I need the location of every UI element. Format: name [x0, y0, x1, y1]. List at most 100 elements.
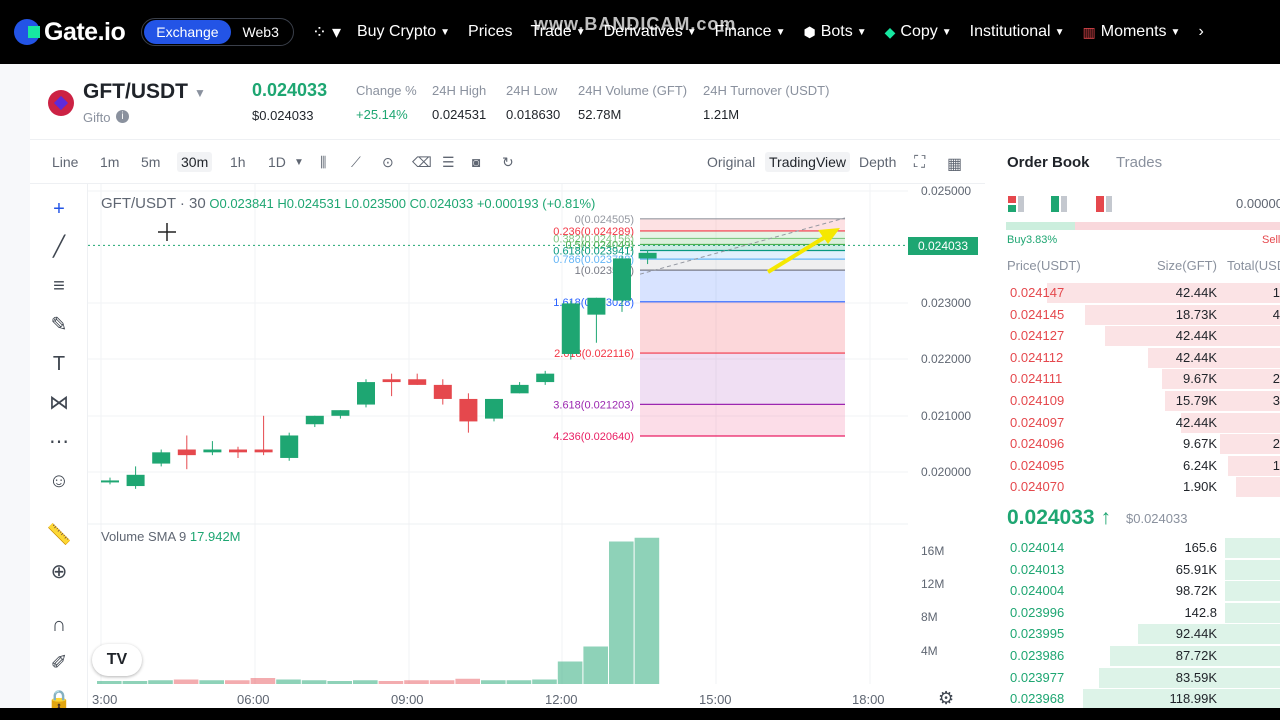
interval-30m[interactable]: 30m [177, 152, 213, 172]
ruler-icon[interactable]: 📏 [46, 522, 72, 548]
row-size: 42.44K [1175, 349, 1217, 365]
depth-bar [1162, 369, 1280, 390]
pair-selector[interactable]: GFT/USDT [83, 80, 188, 104]
row-size: 118.99K [1169, 691, 1217, 707]
nav-prices[interactable]: Prices [468, 23, 512, 41]
chevron-down-icon[interactable]: ▼ [194, 86, 206, 100]
chevron-down-icon[interactable]: ▼ [294, 157, 304, 168]
col-price: Price(USDT) [1007, 258, 1081, 273]
emoji-icon[interactable]: ☺ [46, 468, 72, 494]
bid-row[interactable]: 0.023986 87.72K [1006, 645, 1280, 667]
bids-only-icon[interactable] [1051, 196, 1069, 212]
text-icon[interactable]: T [46, 351, 72, 377]
gft-coin-icon [48, 90, 74, 116]
ask-row[interactable]: 0.024070 1.90K [1006, 476, 1280, 498]
candle-body [510, 384, 529, 394]
y-tick: 0.022000 [921, 352, 972, 366]
layout-grid-icon[interactable]: ▦ [947, 154, 962, 174]
ask-row[interactable]: 0.024145 18.73K 4 [1006, 304, 1280, 326]
col-size: Size(GFT) [1157, 258, 1217, 273]
magnet-icon[interactable]: ∩ [46, 612, 72, 638]
tab-order-book[interactable]: Order Book [1007, 154, 1090, 171]
list-icon[interactable]: ☰ [442, 154, 455, 171]
bid-row[interactable]: 0.023995 92.44K [1006, 623, 1280, 645]
bid-row[interactable]: 0.024014 165.6 [1006, 537, 1280, 559]
info-icon[interactable]: i [116, 110, 129, 123]
ask-row[interactable]: 0.024111 9.67K 2 [1006, 368, 1280, 390]
nav-more-arrow[interactable]: › [1198, 23, 1203, 41]
exchange-toggle[interactable]: Exchange [144, 20, 231, 44]
interval-1m[interactable]: 1m [100, 154, 119, 170]
pattern-icon[interactable]: ⋈ [46, 390, 72, 416]
view-original[interactable]: Original [707, 154, 755, 170]
row-size: 42.44K [1175, 414, 1217, 430]
interval-1h[interactable]: 1h [230, 154, 246, 170]
price-axis[interactable]: 0.025000 0.024033 0.023000 0.022000 0.02… [908, 184, 985, 704]
indicators-icon[interactable]: ⟋ [351, 154, 361, 171]
row-price: 0.023995 [1010, 626, 1065, 642]
current-price-tag: 0.024033 [908, 237, 978, 255]
candle-body [177, 449, 196, 456]
settings-icon[interactable]: ⊙ [382, 154, 394, 171]
ask-row[interactable]: 0.024127 42.44K [1006, 325, 1280, 347]
nav-moments[interactable]: ▥ Moments ▼ [1083, 23, 1181, 41]
interval-5m[interactable]: 5m [141, 154, 160, 170]
volume-bar [429, 680, 455, 684]
lock-drawing-icon[interactable]: ✐ [46, 650, 72, 676]
bid-row[interactable]: 0.023996 142.8 [1006, 602, 1280, 624]
fib-zone [640, 270, 845, 302]
crosshair-icon[interactable]: + [46, 196, 72, 222]
nav-buy-crypto[interactable]: Buy Crypto ▼ [357, 23, 450, 41]
candle-body [152, 452, 171, 464]
both-sides-icon[interactable] [1008, 196, 1026, 212]
bid-row[interactable]: 0.023968 118.99K [1006, 688, 1280, 710]
tradingview-logo[interactable]: TV [92, 644, 142, 676]
nav-copy[interactable]: ◆ Copy ▼ [885, 23, 952, 41]
ask-row[interactable]: 0.024147 42.44K 1 [1006, 282, 1280, 304]
web3-toggle[interactable]: Web3 [231, 20, 291, 44]
row-size: 42.44K [1175, 328, 1217, 344]
fib-zone [640, 301, 845, 354]
camera-icon[interactable]: ◙ [472, 154, 480, 170]
row-price: 0.024014 [1010, 540, 1065, 555]
zoom-in-icon[interactable]: ⊕ [46, 559, 72, 585]
mode-switch: Exchange Web3 [141, 18, 294, 46]
interval-1d[interactable]: 1D [268, 154, 286, 170]
chart-canvas[interactable]: 0(0.024505)0.236(0.024289)0.382(0.024156… [88, 184, 985, 720]
bid-row[interactable]: 0.024013 65.91K [1006, 559, 1280, 581]
nav-bots[interactable]: ⬢ Bots ▼ [803, 23, 866, 41]
fullscreen-icon[interactable]: ⛶ [914, 154, 925, 172]
ask-row[interactable]: 0.024112 42.44K [1006, 347, 1280, 369]
trash-icon[interactable]: ⌫ [412, 154, 432, 171]
ask-row[interactable]: 0.024095 6.24K 1 [1006, 455, 1280, 477]
brush-icon[interactable]: ✎ [46, 312, 72, 338]
x-tick: 09:00 [391, 692, 424, 707]
gear-icon[interactable]: ⚙ [938, 688, 954, 709]
candle-type-icon[interactable]: ⫼ [320, 154, 326, 171]
depth-bar [1225, 581, 1280, 602]
nav-institutional[interactable]: Institutional ▼ [970, 23, 1065, 41]
chart-legend: GFT/USDT · 30 O0.023841 H0.024531 L0.023… [101, 195, 595, 212]
ask-row[interactable]: 0.024109 15.79K 3 [1006, 390, 1280, 412]
bid-row[interactable]: 0.024004 98.72K [1006, 580, 1280, 602]
view-tradingview[interactable]: TradingView [765, 152, 851, 172]
candle-body [408, 379, 427, 385]
left-collapse-strip[interactable] [0, 64, 30, 720]
apps-grid-icon[interactable]: ⁘ ▾ [312, 22, 341, 43]
interval-line[interactable]: Line [52, 154, 78, 170]
ask-row[interactable]: 0.024096 9.67K 2 [1006, 433, 1280, 455]
tab-trades[interactable]: Trades [1116, 154, 1162, 171]
mid-price-usd: $0.024033 [1126, 511, 1188, 526]
view-depth[interactable]: Depth [859, 154, 896, 170]
forecast-icon[interactable]: ⋯ [46, 429, 72, 455]
ask-row[interactable]: 0.024097 42.44K [1006, 412, 1280, 434]
trendline-icon[interactable]: ╱ [46, 234, 72, 260]
fib-lines-icon[interactable]: ≡ [46, 273, 72, 299]
price-chart[interactable]: 0(0.024505) 0.236(0.024289) 0.382(0.024156… [88, 184, 985, 720]
decimals-select[interactable]: 0.00000 [1236, 196, 1280, 211]
volume-bar [250, 678, 276, 684]
asks-only-icon[interactable] [1096, 196, 1114, 212]
replay-icon[interactable]: ↻ [502, 154, 514, 171]
bid-row[interactable]: 0.023977 83.59K [1006, 667, 1280, 689]
gate-logo[interactable]: Gate.io [14, 18, 126, 47]
